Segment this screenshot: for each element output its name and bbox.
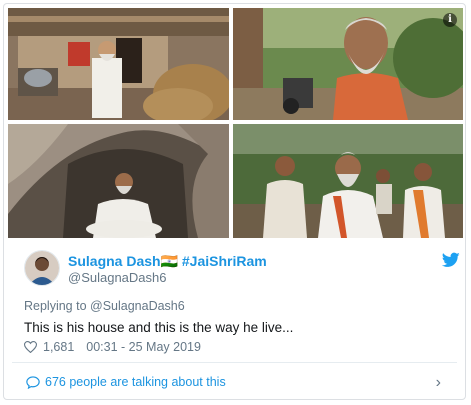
tweet-card: Sulagna Dash🇮🇳 #JaiShriRam @SulagnaDash6… xyxy=(3,3,466,400)
photo-group[interactable] xyxy=(233,124,463,238)
replying-to[interactable]: Replying to @SulagnaDash6 xyxy=(24,299,185,313)
timestamp[interactable]: 00:31 - 25 May 2019 xyxy=(86,340,201,354)
comment-bubble-icon xyxy=(26,375,40,389)
media-grid[interactable] xyxy=(8,8,463,238)
twitter-bird-icon[interactable] xyxy=(442,252,460,268)
photo-hut[interactable] xyxy=(8,8,229,120)
talking-text[interactable]: 676 people are talking about this xyxy=(45,375,226,389)
chevron-right-icon[interactable]: › xyxy=(436,374,441,392)
tweet-text: This is his house and this is the way he… xyxy=(24,320,294,335)
photo-portrait[interactable] xyxy=(233,8,463,120)
like-count[interactable]: 1,681 xyxy=(43,340,74,354)
divider xyxy=(12,362,457,363)
author-handle[interactable]: @SulagnaDash6 xyxy=(68,270,166,285)
tweet-author[interactable]: Sulagna Dash🇮🇳 #JaiShriRam @SulagnaDash6 xyxy=(24,250,460,286)
author-display-name[interactable]: Sulagna Dash🇮🇳 #JaiShriRam xyxy=(68,253,267,270)
talking-link[interactable]: 676 people are talking about this xyxy=(26,375,226,389)
photo-cave-meditation[interactable] xyxy=(8,124,229,238)
heart-icon[interactable] xyxy=(24,341,37,353)
info-icon[interactable] xyxy=(443,13,457,27)
tweet-meta: 1,681 00:31 - 25 May 2019 xyxy=(24,340,201,354)
avatar[interactable] xyxy=(24,250,60,286)
